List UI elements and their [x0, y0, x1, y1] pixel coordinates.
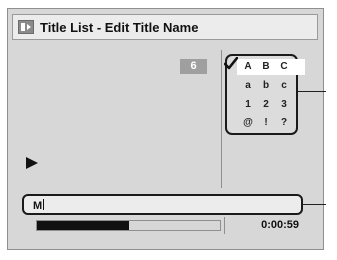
title-number-badge: 6 [180, 59, 207, 74]
title-list-icon [18, 20, 34, 34]
char-key[interactable]: B [258, 59, 274, 75]
char-key[interactable]: @ [240, 115, 256, 131]
char-key[interactable]: 1 [240, 97, 256, 113]
palette-row-symbols: @ ! ? [227, 115, 296, 131]
char-key[interactable]: b [258, 78, 274, 94]
callout-line-palette [298, 91, 326, 92]
playback-time: 0:00:59 [224, 217, 301, 234]
panel-divider [221, 50, 222, 188]
char-key[interactable]: A [240, 59, 256, 75]
playback-progress-bar [36, 220, 221, 231]
char-key[interactable]: 2 [258, 97, 274, 113]
playback-progress-fill [37, 221, 129, 230]
callout-line-input [303, 204, 326, 205]
title-bar: Title List - Edit Title Name [12, 14, 318, 40]
title-name-value: M [33, 200, 43, 212]
char-key[interactable]: 3 [276, 97, 292, 113]
char-key[interactable]: a [240, 78, 256, 94]
palette-row-lowercase: a b c [227, 78, 296, 94]
char-key[interactable]: ? [276, 115, 292, 131]
char-key[interactable]: c [276, 78, 292, 94]
palette-row-numbers: 1 2 3 [227, 97, 296, 113]
screen-title: Title List - Edit Title Name [40, 19, 199, 35]
text-caret [43, 199, 45, 210]
play-icon [26, 157, 38, 169]
checkmark-icon [224, 57, 238, 70]
char-key[interactable]: C [276, 59, 292, 75]
title-name-input[interactable]: M [22, 194, 303, 215]
char-key[interactable]: ! [258, 115, 274, 131]
